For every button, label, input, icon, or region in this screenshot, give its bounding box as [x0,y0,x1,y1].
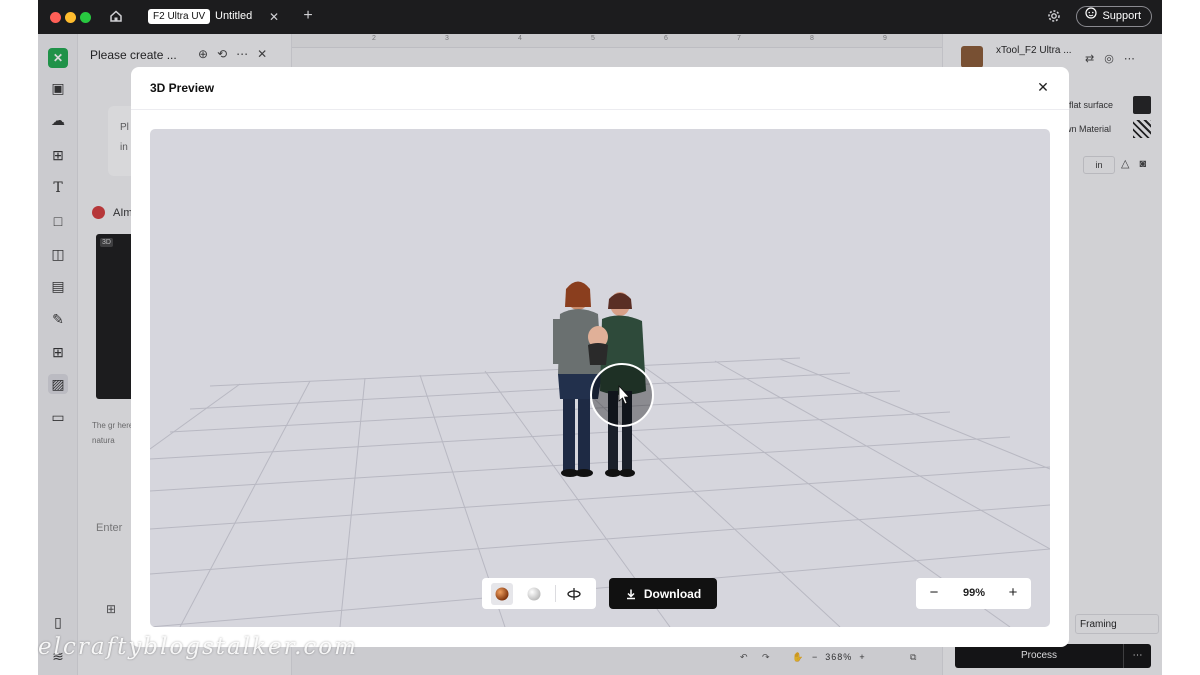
zoom-in-button[interactable]: + [1003,584,1023,602]
app-window: F2 Ultra UV Untitled ✕ + Support ✕ ▣ ☁ ⊞… [38,0,1162,675]
zoom-window-button[interactable] [80,12,91,23]
download-icon [626,589,635,599]
support-button[interactable]: Support [1076,6,1152,27]
control-divider [555,585,556,602]
zoom-control: − 99% + [916,578,1031,609]
download-label: Download [643,586,702,601]
tab-title[interactable]: Untitled [215,9,252,24]
color-material-button[interactable] [491,583,513,605]
support-headset-icon [1085,7,1098,26]
watermark-text: elcraftyblogstalker.com [38,634,358,660]
dialog-divider [131,109,1069,110]
close-dialog-icon[interactable]: ✕ [1035,79,1051,95]
settings-gear-icon[interactable] [1046,9,1062,26]
cursor-highlight [590,363,654,427]
color-sphere-icon [495,587,509,601]
zoom-value: 99% [962,587,986,599]
white-material-button[interactable] [523,583,545,605]
ground-grid [150,281,1050,627]
tab-device-badge[interactable]: F2 Ultra UV [148,9,211,24]
zoom-out-button[interactable]: − [924,584,944,602]
minimize-window-button[interactable] [65,12,76,23]
3d-viewport[interactable]: Download − 99% + [150,129,1050,627]
preview-dialog: 3D Preview ✕ Download − 99% + [131,67,1069,647]
rotate-view-button[interactable] [563,583,585,605]
download-button[interactable]: Download [609,578,717,609]
title-bar: F2 Ultra UV Untitled ✕ + Support [38,0,1162,34]
close-window-button[interactable] [50,12,61,23]
new-tab-icon[interactable]: + [300,8,316,24]
close-tab-icon[interactable]: ✕ [267,9,281,25]
home-icon[interactable] [108,9,124,26]
material-toggle-group [482,578,596,609]
rotate-3d-icon [567,588,581,600]
support-label: Support [1102,10,1141,22]
white-sphere-icon [527,587,541,601]
dialog-title: 3D Preview [150,81,215,95]
